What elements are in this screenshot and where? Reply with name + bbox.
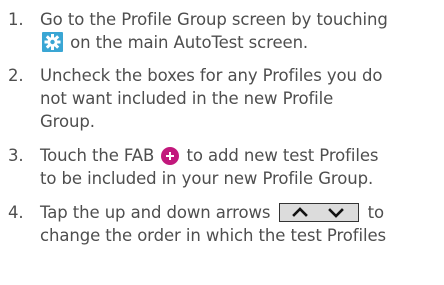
step-number: 4. — [8, 203, 24, 222]
step-line: Tap the up and down arrows to — [40, 201, 444, 224]
step-text: Uncheck the boxes for any Profiles you d… — [40, 64, 444, 133]
step-line: not want included in the new Profile — [40, 89, 334, 108]
step-text-segment: on the main AutoTest screen. — [65, 33, 309, 52]
step-line: to be included in your new Profile Group… — [40, 169, 374, 188]
step-line: change the order in which the test Profi… — [40, 226, 386, 245]
gear-icon — [42, 32, 63, 52]
step-number: 2. — [8, 66, 24, 85]
step-text: Go to the Profile Group screen by touchi… — [40, 8, 444, 54]
fab-plus-icon — [161, 147, 180, 165]
step-line: Uncheck the boxes for any Profiles you d… — [40, 66, 383, 85]
step-text: Tap the up and down arrows to change the… — [40, 201, 444, 247]
step-text-segment: Touch the FAB — [40, 146, 160, 165]
step-line: Go to the Profile Group screen by touchi… — [40, 8, 444, 31]
up-down-arrows-icon — [278, 203, 359, 222]
step-text-segment: Tap the up and down arrows — [40, 203, 276, 222]
step-text-segment: to — [362, 203, 385, 222]
step-number: 1. — [8, 10, 24, 29]
step-line: Group. — [40, 112, 95, 131]
step-line: on the main AutoTest screen. — [40, 31, 444, 54]
step-text-segment: Go to the Profile Group screen by touchi… — [40, 10, 388, 29]
step-text-segment: to add new test Profiles — [181, 146, 379, 165]
step-line: Touch the FAB to add new test Profiles — [40, 144, 444, 167]
step-number: 3. — [8, 146, 24, 165]
step-text: Touch the FAB to add new test Profiles t… — [40, 144, 444, 190]
